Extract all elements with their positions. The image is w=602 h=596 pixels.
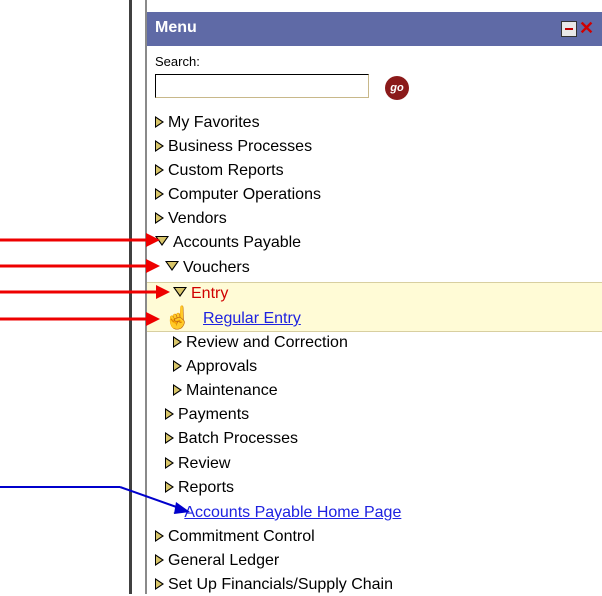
red-arrow-entry	[0, 285, 170, 299]
blue-arrow-home-page	[0, 486, 190, 514]
annotation-arrows	[0, 233, 190, 514]
red-arrow-regular-entry	[0, 312, 160, 326]
red-arrow-vouchers	[0, 259, 160, 273]
red-arrow-accounts-payable	[0, 233, 160, 247]
